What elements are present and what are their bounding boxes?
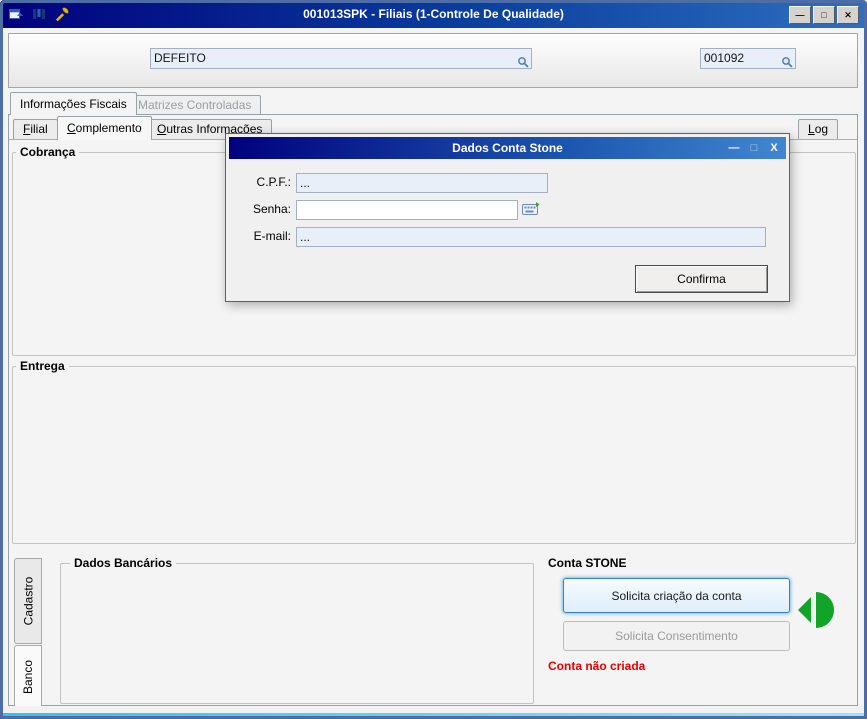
solicita-consentimento-button[interactable]: Solicita Consentimento: [563, 621, 790, 651]
window-titlebar[interactable]: 001013SPK - Filiais (1-Controle De Quali…: [0, 0, 867, 28]
email-field[interactable]: ...: [296, 227, 766, 247]
solicita-criacao-button[interactable]: Solicita criação da conta: [563, 578, 790, 613]
dados-bancarios-legend: Dados Bancários: [70, 556, 176, 570]
cpf-label: C.P.F.:: [246, 173, 291, 192]
cpf-field[interactable]: ...: [296, 173, 548, 193]
close-button[interactable]: ✕: [837, 6, 859, 24]
dialog-titlebar[interactable]: Dados Conta Stone — □ X: [229, 137, 786, 159]
export-window-icon[interactable]: [8, 6, 24, 22]
dialog-close-button[interactable]: X: [767, 140, 781, 156]
codigo-lookup-icon[interactable]: [781, 55, 793, 67]
window-controls: — □ ✕: [789, 6, 859, 24]
conta-status-text: Conta não criada: [548, 659, 645, 673]
group-dados-bancarios: [60, 563, 534, 704]
cobranca-legend: Cobrança: [16, 145, 79, 159]
conta-stone-title: Conta STONE: [548, 556, 626, 570]
email-label: E-mail:: [246, 227, 291, 246]
side-tab-cadastro[interactable]: Cadastro: [14, 558, 42, 644]
confirma-button[interactable]: Confirma: [635, 265, 768, 293]
titlebar-icons: [8, 6, 70, 22]
window-title: 001013SPK - Filiais (1-Controle De Quali…: [100, 0, 767, 28]
wrench-icon[interactable]: [54, 6, 70, 22]
side-tab-banco[interactable]: Banco: [14, 645, 42, 708]
senha-field[interactable]: [296, 200, 518, 220]
senha-label: Senha:: [246, 200, 291, 219]
dialog-dados-conta-stone: Dados Conta Stone — □ X C.P.F.: ... Senh…: [225, 133, 790, 302]
filial-field[interactable]: DEFEITO: [150, 48, 532, 69]
columns-icon[interactable]: [31, 6, 47, 22]
virtual-keyboard-icon[interactable]: [522, 201, 540, 217]
dialog-minimize-button[interactable]: —: [727, 140, 741, 156]
codigo-value: 001092: [704, 51, 744, 65]
dialog-controls: — □ X: [727, 140, 781, 156]
minimize-button[interactable]: —: [789, 6, 811, 24]
tab-informacoes-fiscais[interactable]: Informações Fiscais: [10, 92, 137, 115]
stone-logo-icon: [795, 590, 835, 630]
tab-log[interactable]: Log: [798, 119, 838, 139]
app-window: 001013SPK - Filiais (1-Controle De Quali…: [0, 0, 867, 719]
bottom-accent-line: [3, 713, 864, 716]
tab-filial[interactable]: Filial: [13, 119, 58, 139]
side-tab-banco-label: Banco: [21, 659, 35, 693]
tab-complemento[interactable]: Complemento: [57, 116, 152, 140]
filial-lookup-icon[interactable]: [517, 55, 529, 67]
maximize-button[interactable]: □: [813, 6, 835, 24]
dialog-maximize-button[interactable]: □: [747, 140, 761, 156]
codigo-field[interactable]: 001092: [700, 48, 796, 69]
dialog-title: Dados Conta Stone: [289, 137, 726, 159]
tab-matrizes-controladas[interactable]: Matrizes Controladas: [128, 95, 261, 114]
entrega-legend: Entrega: [16, 359, 69, 373]
side-tab-cadastro-label: Cadastro: [21, 577, 35, 626]
filial-value: DEFEITO: [154, 51, 206, 65]
group-entrega: [12, 366, 856, 544]
